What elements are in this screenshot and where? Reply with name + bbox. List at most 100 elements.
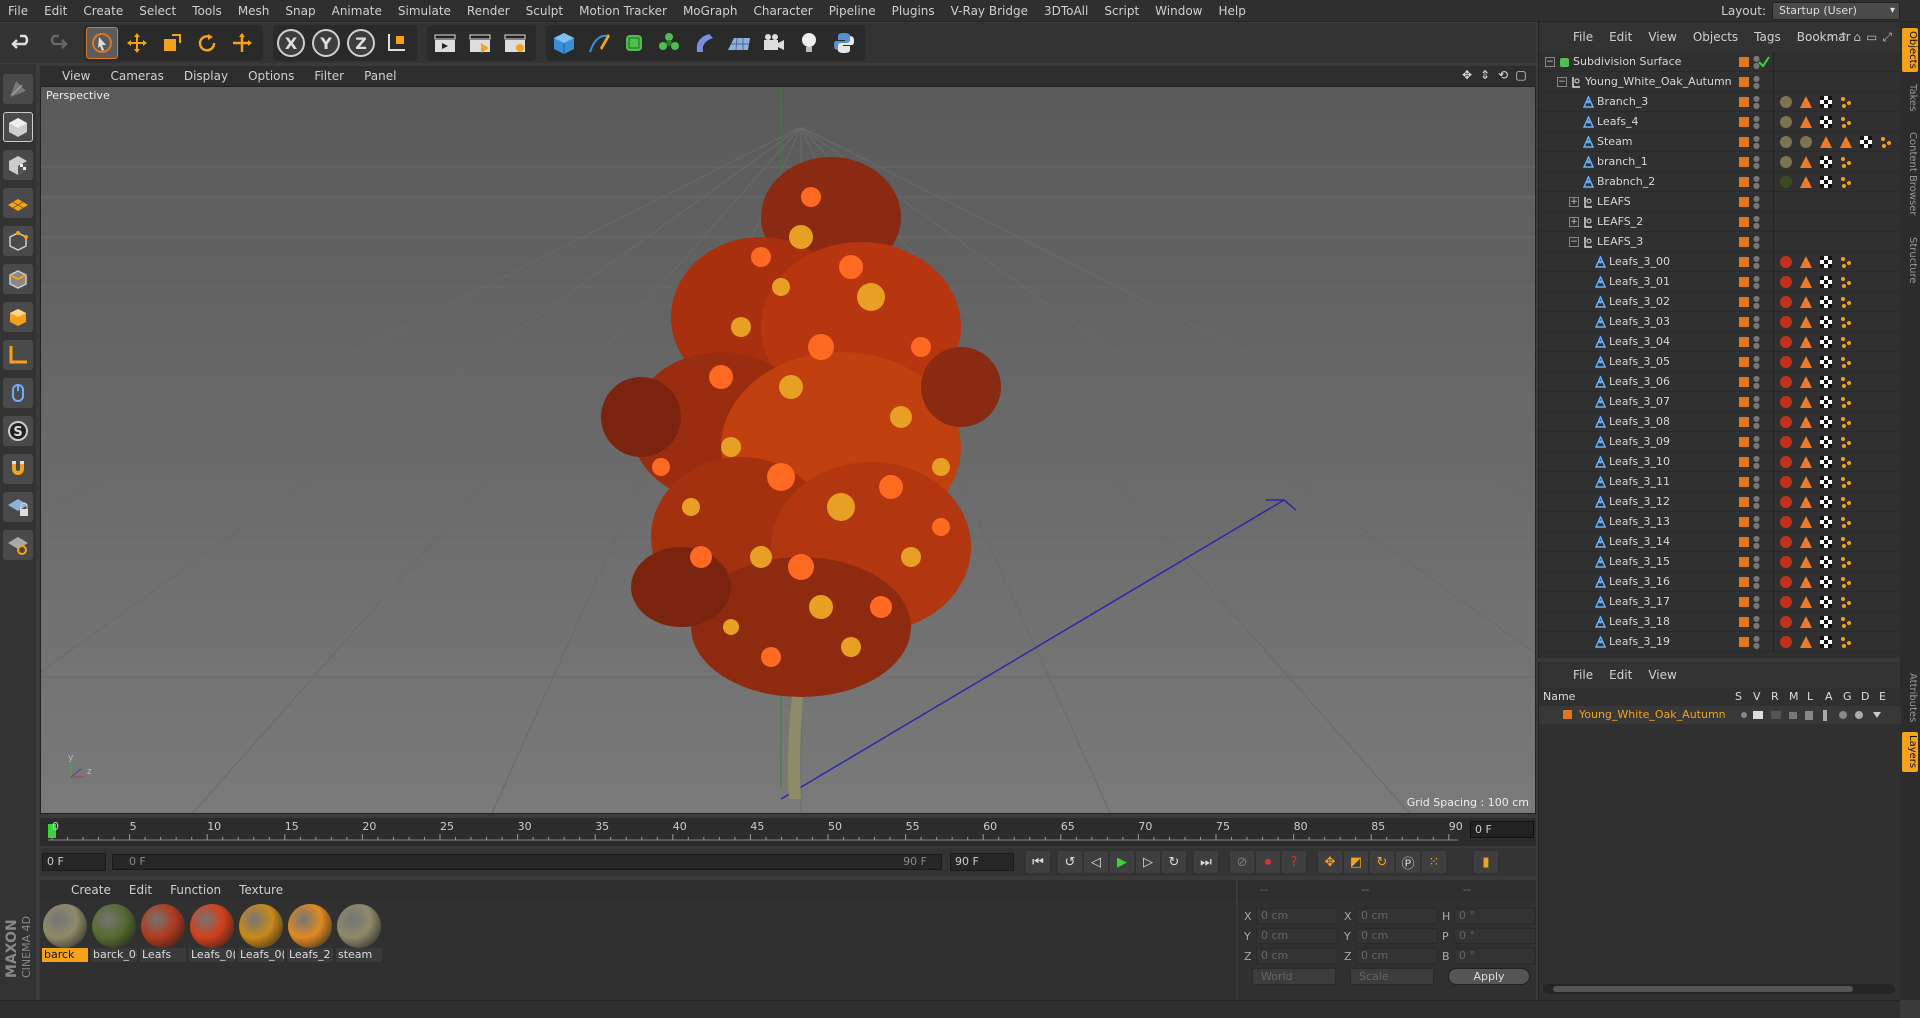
material-tag-icon[interactable] xyxy=(1779,395,1793,409)
selection-tag-icon[interactable] xyxy=(1839,375,1853,389)
material-tag-icon[interactable] xyxy=(1779,155,1793,169)
layer-color-swatch[interactable] xyxy=(1739,137,1749,147)
layer-color-swatch[interactable] xyxy=(1739,557,1749,567)
menu-help[interactable]: Help xyxy=(1210,0,1253,22)
visibility-dots[interactable]: ● ● xyxy=(1753,635,1760,650)
coordinate-value-field[interactable]: 0 ° xyxy=(1454,908,1536,924)
selection-tag-icon[interactable] xyxy=(1839,435,1853,449)
material-tag-icon[interactable] xyxy=(1779,555,1793,569)
menu-render[interactable]: Render xyxy=(459,0,518,22)
timeline-ruler[interactable]: 0 5 10 15 20 25 30 35 40 45 50 55 60 65 70 75 80 85 90 0 F xyxy=(40,818,1536,846)
selection-tag-icon[interactable] xyxy=(1839,175,1853,189)
new-view-icon[interactable]: ▭ xyxy=(1866,30,1877,45)
object-name[interactable]: Leafs_3_11 xyxy=(1609,472,1670,492)
coordinate-scale-dropdown[interactable]: Scale xyxy=(1350,968,1434,985)
selection-tag-icon[interactable] xyxy=(1839,575,1853,589)
end-frame-field[interactable]: 90 F xyxy=(950,853,1014,871)
layer-color-swatch[interactable] xyxy=(1739,177,1749,187)
viewport-menu-panel[interactable]: Panel xyxy=(354,69,406,83)
layer-color-swatch[interactable] xyxy=(1739,337,1749,347)
visibility-dots[interactable]: ● ● xyxy=(1753,275,1760,290)
lm-menu-file[interactable]: File xyxy=(1565,668,1601,682)
phong-tag-icon[interactable] xyxy=(1799,255,1813,269)
object-row[interactable]: Leafs_3_11 ● ● xyxy=(1539,472,1901,492)
coordinate-mode-dropdown[interactable]: World xyxy=(1252,968,1336,985)
phong-tag-icon[interactable] xyxy=(1799,555,1813,569)
layer-color-swatch[interactable] xyxy=(1739,217,1749,227)
uvw-tag-icon[interactable] xyxy=(1819,355,1833,369)
material-tag-icon[interactable] xyxy=(1779,115,1793,129)
layout-dropdown[interactable]: Startup (User) xyxy=(1772,2,1900,20)
object-name[interactable]: Leafs_3_17 xyxy=(1609,592,1670,612)
layer-color-swatch[interactable] xyxy=(1739,457,1749,467)
expand-toggle-icon[interactable]: + xyxy=(1569,197,1579,207)
object-row[interactable]: Leafs_3_10 ● ● xyxy=(1539,452,1901,472)
visibility-dots[interactable]: ● ● xyxy=(1753,375,1760,390)
key-parameter-button[interactable]: Ⓟ xyxy=(1396,851,1420,873)
expand-toggle-icon[interactable]: − xyxy=(1569,237,1579,247)
dolly-icon[interactable]: ⇕ xyxy=(1478,68,1492,82)
scale-tool-button[interactable] xyxy=(156,27,188,59)
object-row[interactable]: Leafs_3_03 ● ● xyxy=(1539,312,1901,332)
phong-tag-icon[interactable] xyxy=(1799,335,1813,349)
uvw-tag-icon[interactable] xyxy=(1819,515,1833,529)
om-menu-file[interactable]: File xyxy=(1565,30,1601,44)
previous-frame-button[interactable]: ◁ xyxy=(1084,851,1108,873)
selection-tag-icon[interactable] xyxy=(1839,495,1853,509)
material-tag-icon[interactable] xyxy=(1799,135,1813,149)
visibility-dots[interactable]: ● ● xyxy=(1753,495,1760,510)
object-name[interactable]: Steam xyxy=(1597,132,1633,152)
polygons-mode-button[interactable] xyxy=(3,302,33,332)
camera-button[interactable] xyxy=(758,27,790,59)
coordinate-value-field[interactable]: 0 cm xyxy=(1356,928,1438,944)
expand-toggle-icon[interactable]: + xyxy=(1569,217,1579,227)
pan-icon[interactable]: ✥ xyxy=(1460,68,1474,82)
selection-tag-icon[interactable] xyxy=(1839,295,1853,309)
material-menu-texture[interactable]: Texture xyxy=(230,883,292,897)
maximize-view-icon[interactable]: ▢ xyxy=(1514,68,1528,82)
visibility-dots[interactable]: ● ● xyxy=(1753,95,1760,110)
layer-color-swatch[interactable] xyxy=(1739,437,1749,447)
object-name[interactable]: Leafs_3_14 xyxy=(1609,532,1670,552)
selection-tag-icon[interactable] xyxy=(1839,515,1853,529)
material-swatch[interactable]: Leafs_2 xyxy=(287,904,333,962)
uvw-tag-icon[interactable] xyxy=(1819,375,1833,389)
next-key-button[interactable]: ↻ xyxy=(1162,851,1186,873)
material-tag-icon[interactable] xyxy=(1779,595,1793,609)
layer-row[interactable]: Young_White_Oak_Autumn xyxy=(1539,706,1901,724)
coordinate-system-button[interactable] xyxy=(380,27,412,59)
uvw-tag-icon[interactable] xyxy=(1819,295,1833,309)
material-swatch[interactable]: Leafs xyxy=(140,904,186,962)
material-tag-icon[interactable] xyxy=(1779,455,1793,469)
object-name[interactable]: Leafs_3_15 xyxy=(1609,552,1670,572)
uvw-tag-icon[interactable] xyxy=(1819,435,1833,449)
visibility-dots[interactable]: ● ● xyxy=(1753,395,1760,410)
visibility-dots[interactable]: ● ● xyxy=(1753,75,1760,90)
selection-tag-icon[interactable] xyxy=(1839,395,1853,409)
phong-tag-icon[interactable] xyxy=(1799,575,1813,589)
phong-tag-icon[interactable] xyxy=(1799,435,1813,449)
layer-color-swatch[interactable] xyxy=(1739,377,1749,387)
uvw-tag-icon[interactable] xyxy=(1819,615,1833,629)
material-tag-icon[interactable] xyxy=(1779,535,1793,549)
material-tag-icon[interactable] xyxy=(1779,275,1793,289)
object-name[interactable]: Leafs_3_03 xyxy=(1609,312,1670,332)
redo-button[interactable] xyxy=(41,27,73,59)
visibility-dots[interactable]: ● ● xyxy=(1753,215,1760,230)
coordinate-value-field[interactable]: 0 cm xyxy=(1256,908,1338,924)
render-view-button[interactable] xyxy=(429,27,461,59)
visibility-dots[interactable]: ● ● xyxy=(1753,415,1760,430)
menu-file[interactable]: File xyxy=(0,0,36,22)
viewport-menu-cameras[interactable]: Cameras xyxy=(100,69,173,83)
layer-color-swatch[interactable] xyxy=(1739,297,1749,307)
visibility-dots[interactable]: ● ● xyxy=(1753,255,1760,270)
uvw-tag-icon[interactable] xyxy=(1819,635,1833,649)
material-tag-icon[interactable] xyxy=(1779,315,1793,329)
layer-color-swatch[interactable] xyxy=(1739,577,1749,587)
object-name[interactable]: Leafs_3_08 xyxy=(1609,412,1670,432)
coordinate-value-field[interactable]: 0 cm xyxy=(1256,948,1338,964)
selection-tag-icon[interactable] xyxy=(1839,95,1853,109)
phong-tag-icon[interactable] xyxy=(1799,635,1813,649)
phong-tag-icon[interactable] xyxy=(1799,615,1813,629)
object-name[interactable]: Leafs_3_12 xyxy=(1609,492,1670,512)
